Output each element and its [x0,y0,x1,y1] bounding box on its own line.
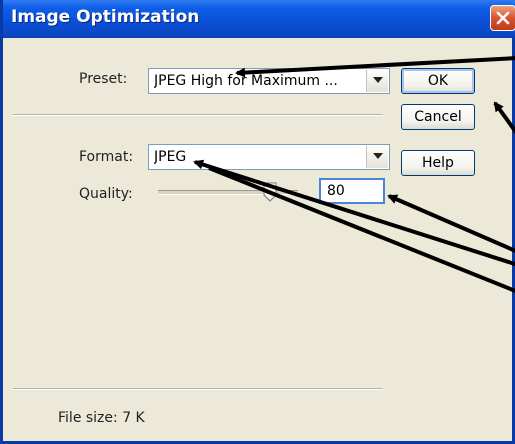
image-optimization-dialog: Image Optimization Preset: JPEG High for… [0,0,515,444]
format-dropdown-button[interactable] [366,146,388,168]
arrow-to-ok [493,101,515,135]
ok-button[interactable]: OK [401,68,475,94]
dropdown-arrow-icon [373,77,383,83]
preset-value: JPEG High for Maximum ... [154,73,338,89]
window-title: Image Optimization [11,7,200,27]
preset-label: Preset: [79,71,128,87]
arrow-to-quality [387,194,515,253]
help-button[interactable]: Help [401,150,475,176]
quality-slider-track[interactable] [158,190,298,195]
preset-dropdown-button[interactable] [366,70,388,92]
separator-bottom [13,388,383,390]
quality-slider-thumb[interactable] [263,182,277,202]
format-label: Format: [79,149,134,165]
quality-label: Quality: [79,186,133,202]
format-dropdown[interactable]: JPEG [148,144,390,170]
format-value: JPEG [154,149,187,165]
close-button[interactable] [490,5,515,31]
annotation-arrows [193,56,515,293]
preset-dropdown[interactable]: JPEG High for Maximum ... [148,68,390,94]
cancel-button[interactable]: Cancel [401,104,475,130]
close-icon [496,11,510,25]
quality-input[interactable]: 80 [319,178,385,204]
dropdown-arrow-icon [373,153,383,159]
separator-top [13,114,383,116]
file-size-label: File size: 7 K [58,410,145,426]
title-bar[interactable]: Image Optimization [3,0,515,38]
